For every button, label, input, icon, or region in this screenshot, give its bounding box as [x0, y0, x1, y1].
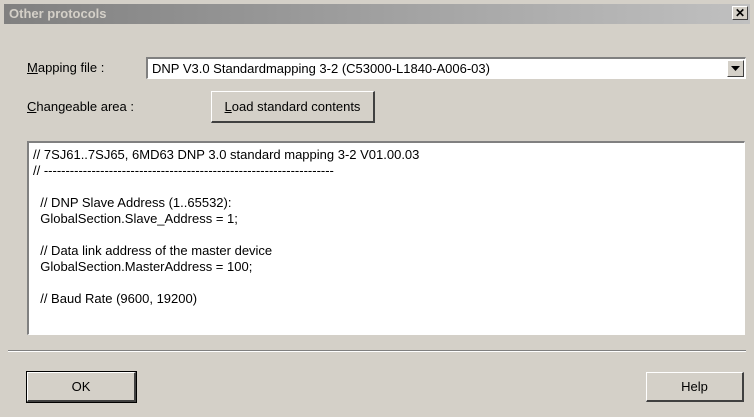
editor-line: // Data link address of the master devic…: [33, 243, 273, 258]
close-button[interactable]: ✕: [732, 6, 748, 20]
editor-line: // Baud Rate (9600, 19200): [33, 291, 198, 306]
editor-line: GlobalSection.Slave_Address = 1;: [33, 211, 238, 226]
ok-button[interactable]: OK: [26, 371, 137, 403]
dialog-title: Other protocols: [9, 6, 107, 21]
mapping-file-select[interactable]: DNP V3.0 Standardmapping 3-2 (C53000-L18…: [146, 57, 746, 79]
editor-line: // -------------------------------------…: [33, 163, 334, 178]
editor-text: // 7SJ61..7SJ65, 6MD63 DNP 3.0 standard …: [33, 147, 419, 307]
changeable-area-editor[interactable]: // 7SJ61..7SJ65, 6MD63 DNP 3.0 standard …: [27, 141, 745, 335]
editor-line: GlobalSection.MasterAddress = 100;: [33, 259, 253, 274]
load-standard-contents-button[interactable]: Load standard contents: [211, 91, 375, 123]
mapping-file-dropdown-button[interactable]: [727, 60, 744, 77]
other-protocols-dialog: Other protocols ✕ Mapping file : DNP V3.…: [0, 0, 754, 417]
editor-line: // 7SJ61..7SJ65, 6MD63 DNP 3.0 standard …: [33, 147, 420, 162]
title-bar: Other protocols ✕: [4, 4, 750, 24]
separator-line: [8, 350, 746, 352]
chevron-down-icon: [731, 66, 740, 71]
editor-line: // DNP Slave Address (1..65532):: [33, 195, 232, 210]
changeable-area-label: Changeable area :: [27, 99, 134, 114]
mapping-file-value: DNP V3.0 Standardmapping 3-2 (C53000-L18…: [152, 61, 490, 76]
mapping-file-label: Mapping file :: [27, 60, 105, 75]
help-button[interactable]: Help: [646, 372, 744, 402]
close-icon: ✕: [734, 6, 746, 20]
